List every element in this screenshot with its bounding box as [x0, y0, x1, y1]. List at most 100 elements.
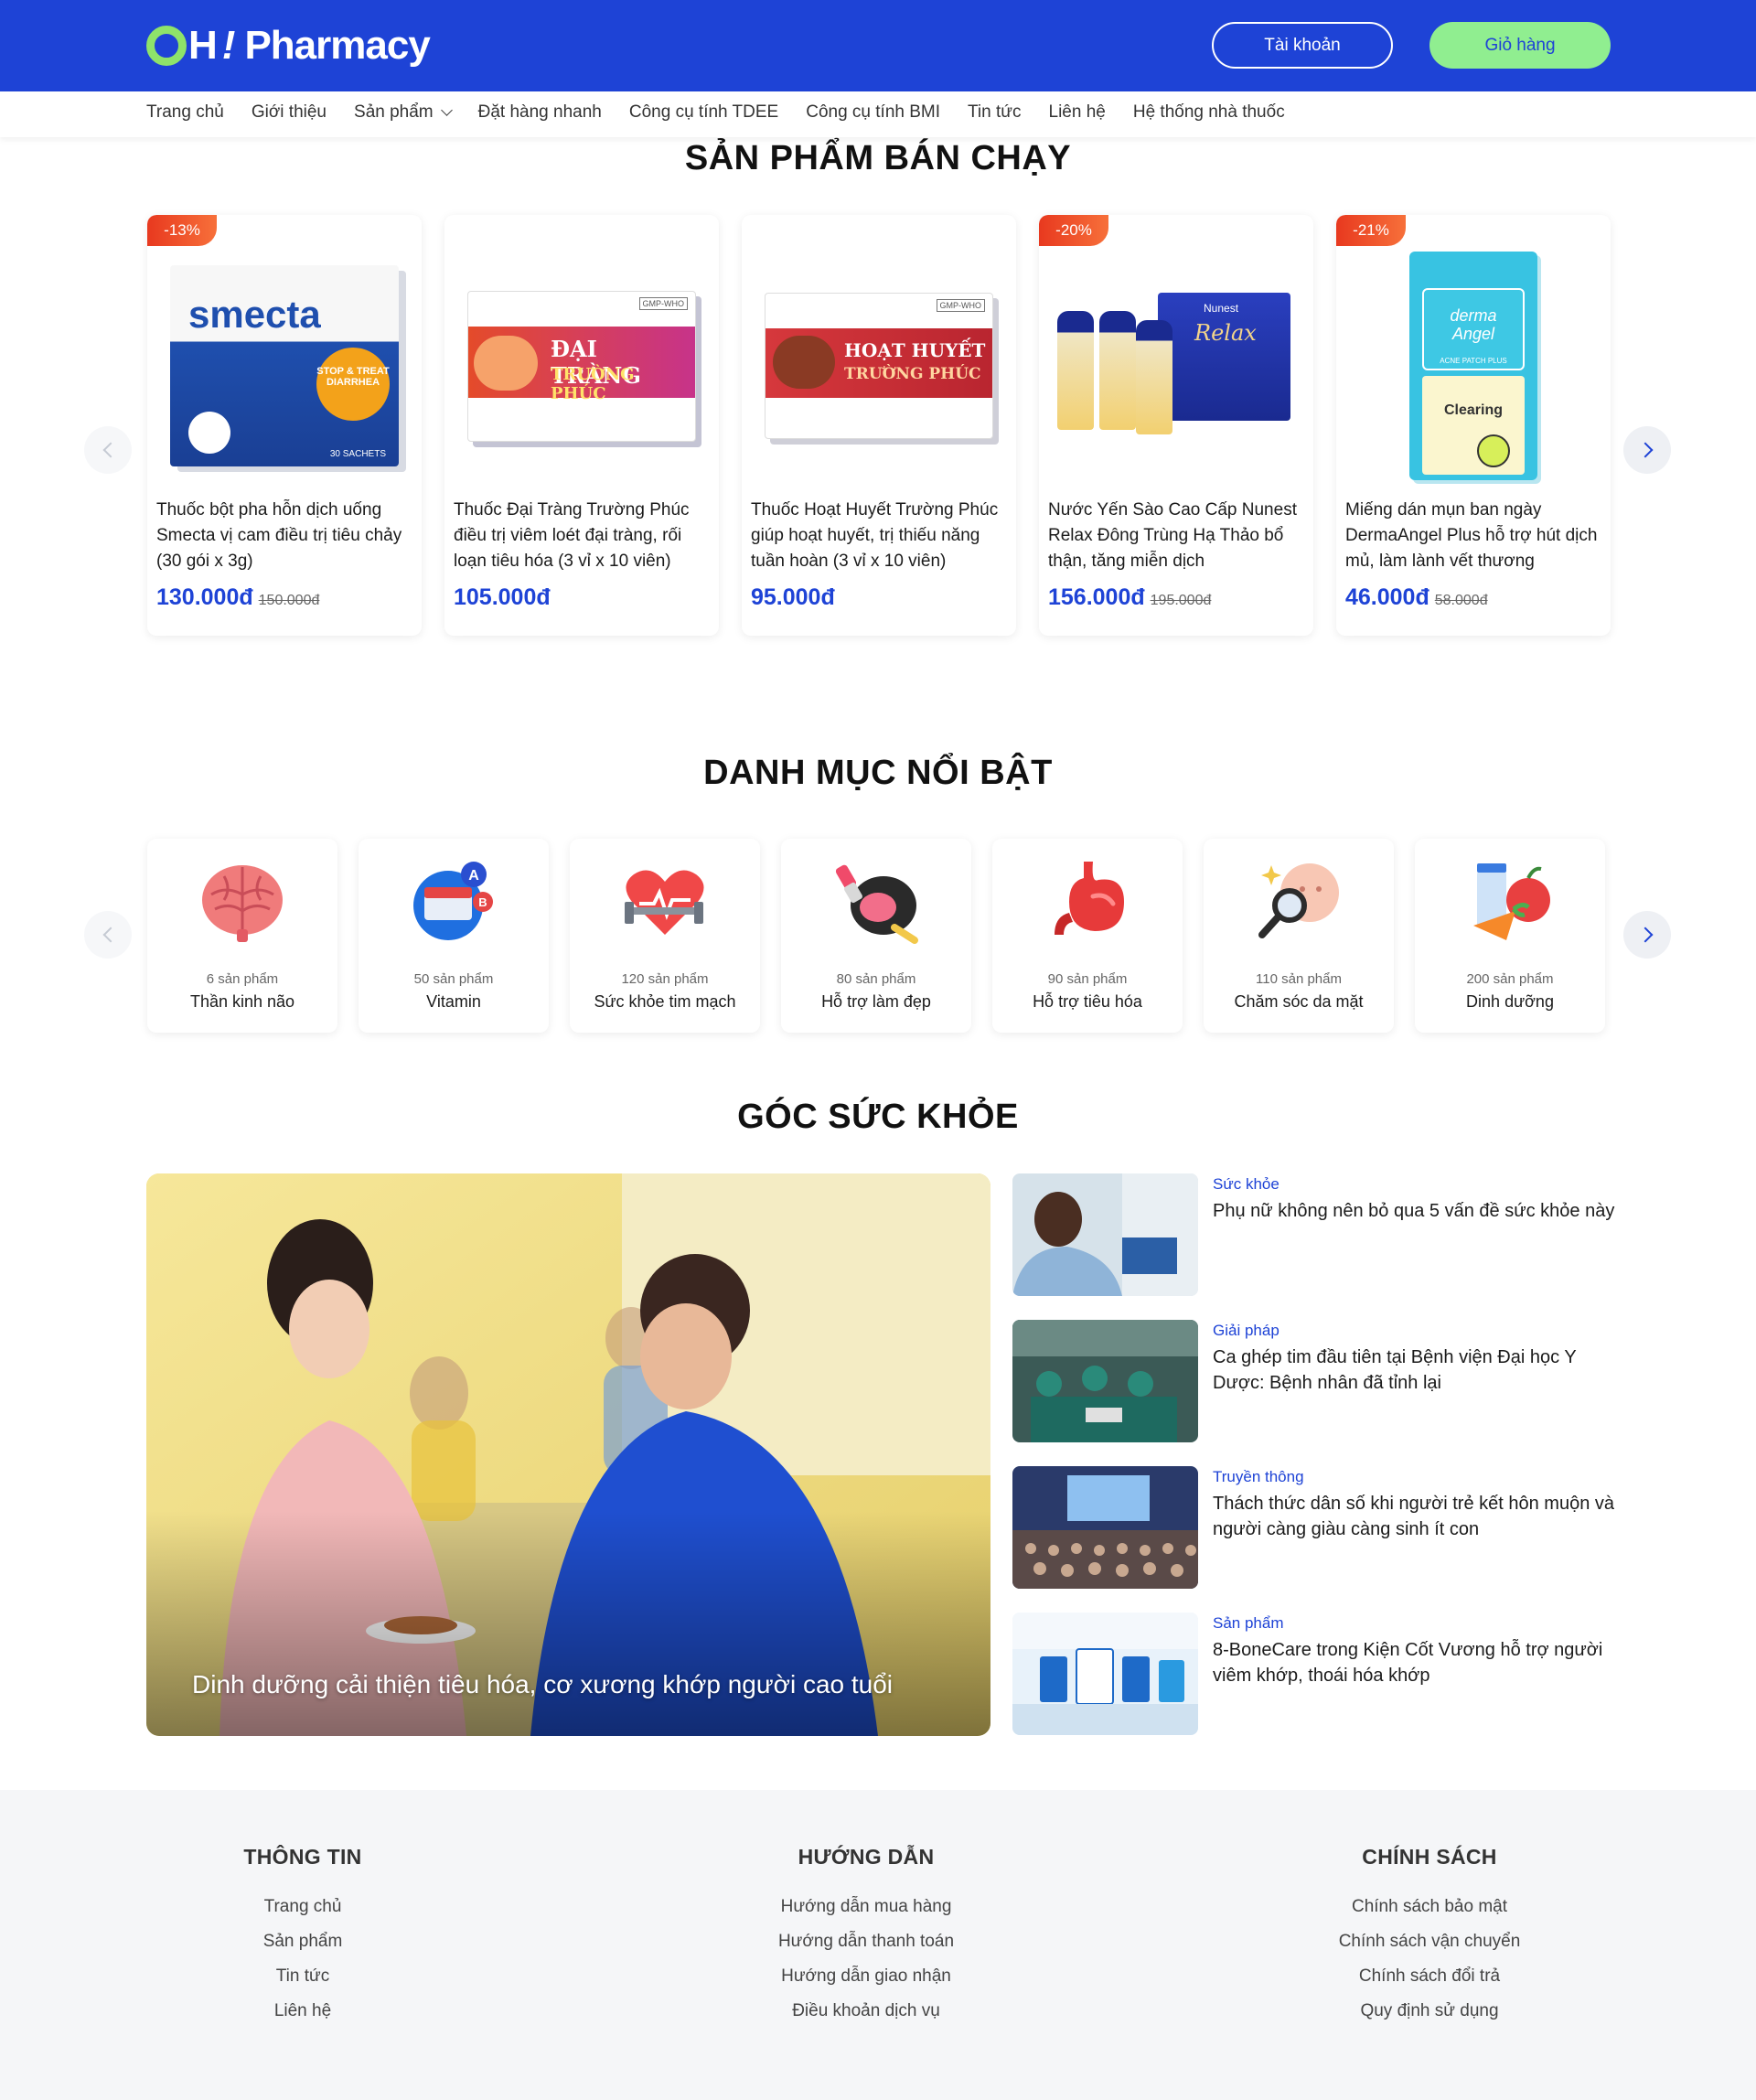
article-category[interactable]: Truyền thông: [1213, 1468, 1304, 1486]
vitamin-icon: AB: [403, 852, 504, 952]
category-count: 90 sản phẩm: [1047, 971, 1128, 987]
chevron-down-icon: [440, 104, 453, 116]
footer-link[interactable]: Chính sách đổi trả: [1265, 1959, 1594, 1994]
footer-link[interactable]: Sản phẩm: [138, 1924, 467, 1959]
chevron-right-icon: [1637, 927, 1653, 943]
product-image-smecta: smecta STOP & TREAT DIARRHEA 30 SACHETS: [161, 233, 408, 498]
box-sub: TRƯỜNG PHÚC: [844, 365, 981, 383]
stomach-icon: [1037, 852, 1138, 952]
account-button[interactable]: Tài khoản: [1212, 22, 1393, 69]
box-foot: ACNE PATCH PLUS: [1440, 357, 1507, 365]
nav-item-products[interactable]: Sản phẩm: [354, 102, 453, 123]
logo-oh-letter: H: [188, 23, 218, 68]
featured-article-image: [146, 1173, 990, 1736]
box-brand: HOẠT HUYẾT: [844, 339, 986, 361]
nav-label: Giới thiệu: [251, 102, 327, 122]
product-name[interactable]: Thuốc bột pha hỗn dịch uống Smecta vị ca…: [156, 498, 414, 574]
article-category[interactable]: Giải pháp: [1213, 1322, 1280, 1340]
brand-logo[interactable]: H ! Pharmacy: [146, 20, 431, 71]
nav-label: Công cụ tính BMI: [806, 102, 941, 122]
featured-article-title[interactable]: Dinh dưỡng cải thiện tiêu hóa, cơ xương …: [192, 1670, 893, 1699]
site-footer: THÔNG TIN Trang chủ Sản phẩm Tin tức Liê…: [0, 1790, 1756, 2100]
box-foot: GMP-WHO: [638, 296, 688, 310]
product-name[interactable]: Miếng dán mụn ban ngày DermaAngel Plus h…: [1345, 498, 1603, 574]
footer-link[interactable]: Hướng dẫn mua hàng: [701, 1890, 1031, 1924]
footer-link[interactable]: Quy định sử dụng: [1265, 1994, 1594, 2029]
category-card-brain[interactable]: 6 sản phẩm Thần kinh não: [147, 839, 337, 1033]
categories-title: DANH MỤC NỔI BẬT: [703, 754, 1053, 792]
article-category[interactable]: Sản phẩm: [1213, 1614, 1284, 1633]
categories-prev-button[interactable]: [84, 911, 132, 959]
category-card-heart[interactable]: 120 sản phẩm Sức khỏe tim mạch: [570, 839, 760, 1033]
featured-article[interactable]: Dinh dưỡng cải thiện tiêu hóa, cơ xương …: [146, 1173, 990, 1736]
nav-item-contact[interactable]: Liên hệ: [1049, 102, 1106, 123]
category-card-vitamin[interactable]: AB 50 sản phẩm Vitamin: [359, 839, 549, 1033]
product-name[interactable]: Thuốc Đại Tràng Trường Phúc điều trị viê…: [454, 498, 712, 574]
nav-label: Hệ thống nhà thuốc: [1132, 102, 1285, 122]
nav-item-tdee[interactable]: Công cụ tính TDEE: [629, 102, 778, 123]
article-title[interactable]: Thách thức dân số khi người trẻ kết hôn …: [1213, 1491, 1615, 1542]
product-card[interactable]: smecta STOP & TREAT DIARRHEA 30 SACHETS …: [147, 215, 422, 636]
product-name[interactable]: Nước Yến Sào Cao Cấp Nunest Relax Đông T…: [1048, 498, 1306, 574]
logo-o-ring: [146, 26, 187, 66]
product-name[interactable]: Thuốc Hoạt Huyết Trường Phúc giúp hoạt h…: [751, 498, 1009, 574]
footer-link[interactable]: Trang chủ: [138, 1890, 467, 1924]
article-thumbnail[interactable]: [1012, 1612, 1198, 1735]
product-price: 46.000đ 58.000đ: [1345, 584, 1488, 611]
bestsellers-next-button[interactable]: [1623, 426, 1671, 474]
footer-column-policy: CHÍNH SÁCH Chính sách bảo mật Chính sách…: [1265, 1845, 1594, 2029]
health-title: GÓC SỨC KHỎE: [737, 1098, 1019, 1136]
article-category[interactable]: Sức khỏe: [1213, 1175, 1280, 1194]
bestsellers-prev-button[interactable]: [84, 426, 132, 474]
nav-item-stores[interactable]: Hệ thống nhà thuốc: [1133, 102, 1285, 123]
category-card-beauty[interactable]: 80 sản phẩm Hỗ trợ làm đẹp: [781, 839, 971, 1033]
footer-link[interactable]: Hướng dẫn thanh toán: [701, 1924, 1031, 1959]
nav-item-quick-order[interactable]: Đặt hàng nhanh: [478, 102, 602, 123]
top-header: H ! Pharmacy Tài khoản Giỏ hàng: [0, 0, 1756, 91]
article-title[interactable]: Ca ghép tim đầu tiên tại Bệnh viện Đại h…: [1213, 1345, 1615, 1396]
nav-label: Đặt hàng nhanh: [477, 102, 602, 122]
nav-item-home[interactable]: Trang chủ: [146, 102, 224, 123]
product-card[interactable]: ĐẠI TRÀNG TRƯỜNG PHÚC GMP-WHO Thuốc Đại …: [444, 215, 719, 636]
category-card-digestion[interactable]: 90 sản phẩm Hỗ trợ tiêu hóa: [992, 839, 1183, 1033]
nav-item-bmi[interactable]: Công cụ tính BMI: [806, 102, 940, 123]
category-card-nutrition[interactable]: 200 sản phẩm Dinh dưỡng: [1415, 839, 1605, 1033]
categories-next-button[interactable]: [1623, 911, 1671, 959]
category-count: 80 sản phẩm: [836, 971, 916, 987]
brain-icon: [192, 852, 293, 952]
footer-link[interactable]: Điều khoản dịch vụ: [701, 1994, 1031, 2029]
box-sub: Clearing: [1443, 402, 1503, 418]
category-name: Dinh dưỡng: [1466, 992, 1554, 1011]
article-title[interactable]: 8-BoneCare trong Kiện Cốt Vương hỗ trợ n…: [1213, 1637, 1615, 1688]
logo-wordmark: Pharmacy: [244, 23, 430, 68]
nav-item-about[interactable]: Giới thiệu: [252, 102, 327, 123]
nav-item-news[interactable]: Tin tức: [968, 102, 1021, 123]
category-card-skincare[interactable]: 110 sản phẩm Chăm sóc da mặt: [1204, 839, 1394, 1033]
article-thumbnail[interactable]: [1012, 1466, 1198, 1589]
article-thumbnail[interactable]: [1012, 1320, 1198, 1442]
footer-link[interactable]: Liên hệ: [138, 1994, 467, 2029]
product-card[interactable]: HOẠT HUYẾT TRƯỜNG PHÚC GMP-WHO Thuốc Hoạ…: [742, 215, 1016, 636]
article-title[interactable]: Phụ nữ không nên bỏ qua 5 vấn đề sức khỏ…: [1213, 1198, 1615, 1224]
box-sub: TRƯỜNG PHÚC: [551, 364, 635, 403]
footer-link[interactable]: Tin tức: [138, 1959, 467, 1994]
cart-button[interactable]: Giỏ hàng: [1429, 22, 1611, 69]
footer-link[interactable]: Hướng dẫn giao nhận: [701, 1959, 1031, 1994]
category-count: 50 sản phẩm: [413, 971, 494, 987]
footer-column-title: CHÍNH SÁCH: [1362, 1845, 1497, 1869]
nav-label: Công cụ tính TDEE: [628, 102, 779, 122]
nav-label: Trang chủ: [146, 102, 224, 122]
article-thumbnail[interactable]: [1012, 1173, 1198, 1296]
footer-link[interactable]: Chính sách bảo mật: [1265, 1890, 1594, 1924]
box-sub: STOP & TREAT DIARRHEA: [316, 348, 390, 421]
makeup-icon: [826, 852, 926, 952]
current-price: 95.000đ: [751, 584, 835, 610]
footer-link[interactable]: Chính sách vận chuyển: [1265, 1924, 1594, 1959]
nutrition-icon: [1460, 852, 1560, 952]
old-price: 150.000đ: [258, 593, 320, 608]
product-card[interactable]: derma Angel Clearing ACNE PATCH PLUS -21…: [1336, 215, 1611, 636]
product-card[interactable]: Relax Nunest -20% Nước Yến Sào Cao Cấp N…: [1039, 215, 1313, 636]
chevron-left-icon: [102, 927, 118, 943]
box-brand: derma Angel: [1450, 306, 1497, 343]
discount-badge: -13%: [147, 215, 217, 246]
